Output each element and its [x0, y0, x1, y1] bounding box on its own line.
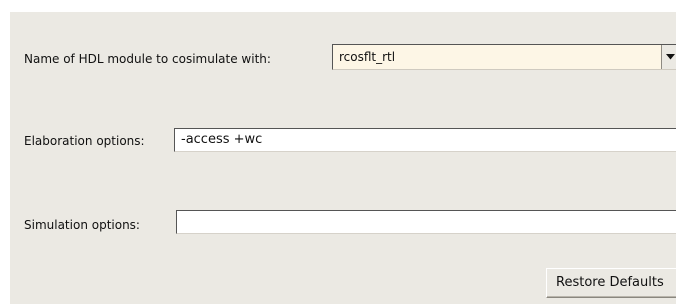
hdl-module-label: Name of HDL module to cosimulate with:: [24, 52, 271, 66]
simulation-options-label: Simulation options:: [24, 218, 140, 232]
hdl-module-select[interactable]: rcosflt_rtl: [332, 44, 676, 70]
elaboration-options-label: Elaboration options:: [24, 134, 145, 148]
dropdown-arrow-button[interactable]: [661, 45, 676, 69]
elaboration-options-input[interactable]: -access +wc: [174, 128, 676, 152]
hdl-module-value: rcosflt_rtl: [339, 50, 396, 64]
restore-defaults-button[interactable]: Restore Defaults: [546, 268, 676, 298]
hdl-cosimulation-options-panel: Name of HDL module to cosimulate with: r…: [10, 12, 676, 304]
simulation-options-input[interactable]: [176, 210, 676, 234]
triangle-down-icon: [665, 54, 675, 60]
elaboration-options-value: -access +wc: [181, 132, 263, 147]
